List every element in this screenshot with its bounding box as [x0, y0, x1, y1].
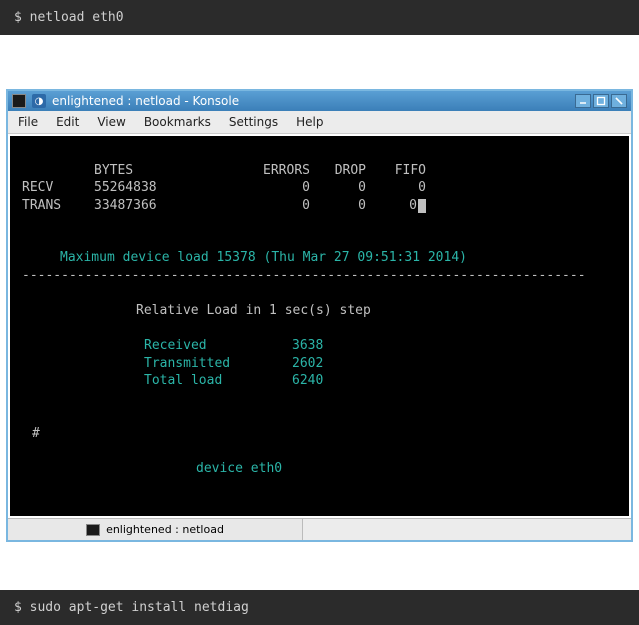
window-shade-icon[interactable]: ◑	[32, 94, 46, 108]
relative-value: 6240	[292, 372, 352, 390]
header-bytes: BYTES	[94, 162, 214, 180]
row-bytes: 33487366	[94, 197, 214, 215]
row-drop: 0	[310, 179, 366, 197]
menu-settings[interactable]: Settings	[229, 115, 278, 129]
konsole-window: ◑ enlightened : netload - Konsole File E…	[6, 89, 633, 542]
row-errors: 0	[214, 179, 310, 197]
cursor-icon	[418, 199, 426, 213]
row-label: RECV	[16, 179, 94, 197]
terminal-app-icon	[12, 94, 26, 108]
menu-help[interactable]: Help	[296, 115, 323, 129]
relative-value: 3638	[292, 337, 352, 355]
header-drop: DROP	[310, 162, 366, 180]
window-title: enlightened : netload - Konsole	[52, 94, 575, 108]
relative-row: Received3638	[16, 337, 623, 355]
table-row: TRANS33487366000	[16, 197, 623, 215]
header-errors: ERRORS	[214, 162, 310, 180]
device-line: device eth0	[16, 460, 623, 478]
row-label: TRANS	[16, 197, 94, 215]
menu-view[interactable]: View	[97, 115, 125, 129]
relative-load-title: Relative Load in 1 sec(s) step	[16, 302, 623, 320]
shell-prompt: $	[14, 600, 22, 615]
terminal-output[interactable]: BYTESERRORSDROPFIFORECV55264838000TRANS3…	[10, 136, 629, 516]
close-button[interactable]	[611, 94, 627, 108]
row-drop: 0	[310, 197, 366, 215]
header-fifo: FIFO	[366, 162, 426, 180]
status-tab[interactable]: enlightened : netload	[8, 519, 303, 540]
minimize-button[interactable]	[575, 94, 591, 108]
window-controls	[575, 94, 627, 108]
shell-prompt: $	[14, 10, 22, 25]
row-fifo: 0	[366, 179, 426, 197]
titlebar[interactable]: ◑ enlightened : netload - Konsole	[8, 91, 631, 111]
menu-bookmarks[interactable]: Bookmarks	[144, 115, 211, 129]
relative-row: Transmitted2602	[16, 355, 623, 373]
terminal-tab-icon	[86, 524, 100, 536]
relative-row: Total load6240	[16, 372, 623, 390]
relative-label: Transmitted	[144, 355, 292, 373]
top-shell-block: $ netload eth0	[0, 0, 639, 35]
row-bytes: 55264838	[94, 179, 214, 197]
hash-prompt: #	[16, 425, 623, 443]
max-load-line: Maximum device load 15378 (Thu Mar 27 09…	[16, 249, 623, 267]
table-header-row: BYTESERRORSDROPFIFO	[16, 162, 623, 180]
divider-dashes: ----------------------------------------…	[16, 267, 623, 285]
bottom-shell-block: $ sudo apt-get install netdiag	[0, 590, 639, 625]
maximize-button[interactable]	[593, 94, 609, 108]
shell-command: sudo apt-get install netdiag	[30, 600, 249, 615]
menubar: File Edit View Bookmarks Settings Help	[8, 111, 631, 134]
table-row: RECV55264838000	[16, 179, 623, 197]
row-errors: 0	[214, 197, 310, 215]
statusbar: enlightened : netload	[8, 518, 631, 540]
relative-value: 2602	[292, 355, 352, 373]
status-tab-label: enlightened : netload	[106, 523, 224, 536]
shell-command: netload eth0	[30, 10, 124, 25]
menu-edit[interactable]: Edit	[56, 115, 79, 129]
relative-label: Received	[144, 337, 292, 355]
menu-file[interactable]: File	[18, 115, 38, 129]
row-fifo: 0	[366, 197, 426, 215]
relative-label: Total load	[144, 372, 292, 390]
